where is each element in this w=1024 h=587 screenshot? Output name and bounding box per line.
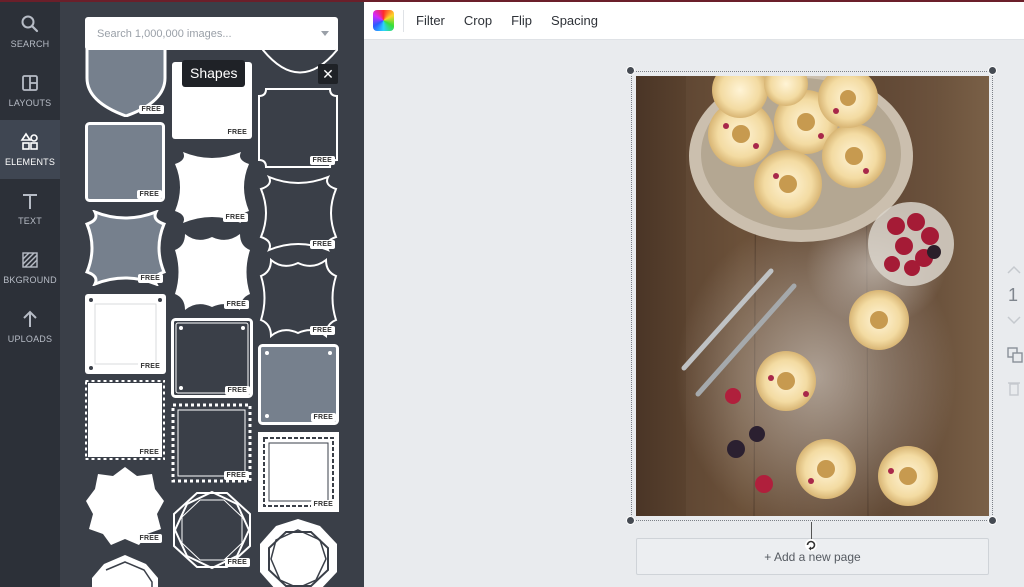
free-badge: FREE <box>137 362 163 371</box>
shape-rivet-frame-dark[interactable]: FREE <box>171 318 253 398</box>
sidebar-item-label: ELEMENTS <box>4 157 56 167</box>
spacing-button[interactable]: Spacing <box>551 13 598 28</box>
free-badge: FREE <box>224 128 250 137</box>
shape-scallop-white[interactable]: FREE <box>173 150 251 225</box>
sidebar-item-elements[interactable]: ELEMENTS <box>0 120 60 179</box>
sidebar-item-text[interactable]: TEXT <box>0 179 60 238</box>
top-accent-line <box>0 0 1024 2</box>
shape-bracket-frame-dark[interactable]: FREE <box>258 88 338 168</box>
free-badge: FREE <box>136 534 162 543</box>
close-button[interactable]: ✕ <box>318 64 338 84</box>
octagon-shape <box>260 519 337 587</box>
crop-button[interactable]: Crop <box>464 13 492 28</box>
free-badge: FREE <box>137 274 163 283</box>
move-page-up-icon[interactable] <box>1006 264 1022 276</box>
filter-button[interactable]: Filter <box>416 13 445 28</box>
shapes-tooltip: Shapes <box>182 60 246 87</box>
upload-icon <box>23 310 37 327</box>
free-badge: FREE <box>136 190 162 199</box>
shape-stamp-outline[interactable]: FREE <box>171 403 252 483</box>
resize-handle-bottom-right[interactable] <box>988 516 997 525</box>
rotate-icon[interactable] <box>804 538 818 552</box>
text-icon <box>23 194 37 209</box>
resize-handle-bottom-left[interactable] <box>626 516 635 525</box>
shape-scallop-outline[interactable]: FREE <box>259 175 338 252</box>
shape-greek-frame[interactable]: FREE <box>258 432 339 512</box>
image-search-box[interactable] <box>85 17 338 50</box>
toolbar-divider <box>403 9 404 32</box>
sidebar-item-search[interactable]: SEARCH <box>0 2 60 61</box>
free-badge: FREE <box>310 500 336 509</box>
background-icon <box>22 252 38 268</box>
sidebar-item-uploads[interactable]: UPLOADS <box>0 297 60 356</box>
flip-button[interactable]: Flip <box>511 13 532 28</box>
shape-octagon-badge-white[interactable] <box>258 518 339 587</box>
free-badge: FREE <box>309 156 335 165</box>
free-badge: FREE <box>224 558 250 567</box>
free-badge: FREE <box>310 413 336 422</box>
shape-octagon-outline[interactable]: FREE <box>171 490 253 570</box>
shape-wavy-outline[interactable]: FREE <box>259 257 338 339</box>
color-picker-icon[interactable] <box>373 10 394 31</box>
shape-scallop-grey[interactable]: FREE <box>84 209 167 287</box>
shape-rivet-square-grey[interactable]: FREE <box>258 344 339 425</box>
sidebar-item-label: SEARCH <box>10 39 50 49</box>
search-input[interactable] <box>97 27 297 40</box>
free-badge: FREE <box>309 326 335 335</box>
chevron-down-icon[interactable] <box>321 31 329 36</box>
page-number: 1 <box>1008 285 1019 305</box>
delete-page-icon[interactable] <box>1006 380 1022 396</box>
sidebar-item-layouts[interactable]: LAYOUTS <box>0 61 60 120</box>
duplicate-page-icon[interactable] <box>1006 346 1024 364</box>
resize-handle-top-right[interactable] <box>988 66 997 75</box>
free-badge: FREE <box>223 471 249 480</box>
sidebar-item-label: LAYOUTS <box>8 98 52 108</box>
badge-shape <box>92 555 158 587</box>
sidebar-item-label: UPLOADS <box>7 334 53 344</box>
image-toolbar: Filter Crop Flip Spacing <box>364 2 1024 40</box>
free-badge: FREE <box>138 105 164 114</box>
free-badge: FREE <box>222 213 248 222</box>
elements-panel: FREE FREE Shapes ✕ FREE FREE FREE FREE F… <box>60 0 364 587</box>
sidebar-item-label: BKGROUND <box>3 275 57 285</box>
shape-stamp-white[interactable]: FREE <box>84 379 166 461</box>
left-rail: SEARCH LAYOUTS ELEMENTS TEXT BKGROUND UP… <box>0 0 60 587</box>
selection-frame <box>631 71 993 521</box>
move-page-down-icon[interactable] <box>1006 314 1022 326</box>
free-badge: FREE <box>309 240 335 249</box>
free-badge: FREE <box>224 386 250 395</box>
shape-bottom-partial[interactable] <box>90 554 160 587</box>
free-badge: FREE <box>136 448 162 457</box>
shape-rivet-square-white[interactable]: FREE <box>85 294 166 374</box>
elements-icon <box>20 132 38 150</box>
sidebar-item-label: TEXT <box>18 216 42 226</box>
resize-handle-top-left[interactable] <box>626 66 635 75</box>
shape-square-grey[interactable]: FREE <box>85 122 165 202</box>
shape-wavy-white[interactable]: FREE <box>173 232 252 312</box>
sidebar-item-background[interactable]: BKGROUND <box>0 238 60 297</box>
free-badge: FREE <box>223 300 249 309</box>
shape-star-badge-white[interactable]: FREE <box>85 466 165 546</box>
search-icon <box>21 15 39 33</box>
layouts-icon <box>22 75 38 91</box>
